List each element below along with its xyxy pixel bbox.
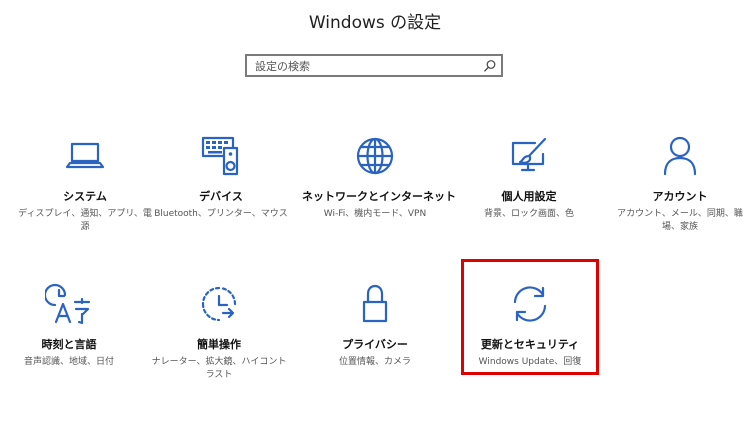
tile-label: 時刻と言語 bbox=[41, 338, 97, 351]
paint-screen-icon bbox=[511, 137, 547, 172]
globe-icon bbox=[356, 137, 394, 175]
search-icon[interactable] bbox=[483, 59, 497, 73]
tile-desc: 音声認識、地域、日付 bbox=[23, 357, 114, 367]
tile-system[interactable]: システム ディスプレイ、通知、アプリ、電源 bbox=[12, 132, 158, 234]
ease-of-access-icon bbox=[201, 286, 237, 322]
tile-desc: 背景、ロック画面、色 bbox=[483, 209, 574, 219]
tile-label: 個人用設定 bbox=[501, 190, 557, 203]
tile-label: プライバシー bbox=[342, 338, 408, 351]
tile-desc: 位置情報、カメラ bbox=[338, 357, 411, 367]
tile-label: 簡単操作 bbox=[197, 338, 241, 351]
search-input[interactable]: 設定の検索 bbox=[255, 58, 310, 74]
lock-icon bbox=[362, 284, 388, 323]
tile-ease-of-access[interactable]: 簡単操作 ナレーター、拡大鏡、ハイコントラスト bbox=[146, 280, 292, 382]
tile-network[interactable]: ネットワークとインターネット Wi-Fi、機内モード、VPN bbox=[302, 132, 456, 221]
person-icon bbox=[663, 136, 697, 176]
page-title: Windows の設定 bbox=[308, 13, 442, 33]
laptop-icon bbox=[65, 142, 105, 169]
tile-personalization[interactable]: 個人用設定 背景、ロック画面、色 bbox=[456, 132, 602, 221]
tile-desc: Bluetooth、プリンター、マウス bbox=[154, 209, 288, 219]
tile-desc: ナレーター、拡大鏡、ハイコントラスト bbox=[151, 357, 287, 380]
tile-desc: アカウント、メール、同期、職場、家族 bbox=[617, 209, 743, 232]
keyboard-speaker-icon bbox=[201, 136, 239, 176]
tile-desc: Wi-Fi、機内モード、VPN bbox=[323, 209, 427, 219]
tile-accounts[interactable]: アカウント アカウント、メール、同期、職場、家族 bbox=[610, 132, 750, 234]
selection-highlight-frame bbox=[461, 259, 599, 375]
tile-desc: ディスプレイ、通知、アプリ、電源 bbox=[18, 209, 152, 232]
tile-time-language[interactable]: 時刻と言語 音声認識、地域、日付 bbox=[0, 280, 142, 369]
tile-label: ネットワークとインターネット bbox=[302, 190, 456, 203]
tile-devices[interactable]: デバイス Bluetooth、プリンター、マウス bbox=[148, 132, 294, 221]
tile-privacy[interactable]: プライバシー 位置情報、カメラ bbox=[302, 280, 448, 369]
clock-language-icon bbox=[45, 283, 91, 325]
tile-label: アカウント bbox=[652, 190, 708, 203]
tile-label: システム bbox=[63, 190, 107, 203]
tile-label: デバイス bbox=[199, 190, 243, 203]
search-box[interactable]: 設定の検索 bbox=[245, 54, 503, 77]
